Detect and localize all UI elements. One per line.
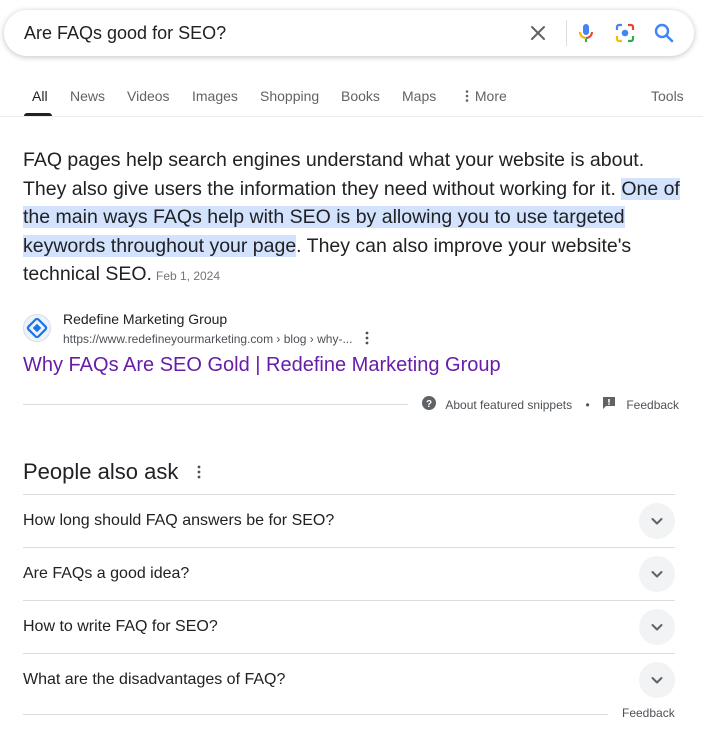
search-input[interactable] <box>24 20 504 46</box>
snippet-text-before: FAQ pages help search engines understand… <box>23 149 645 200</box>
search-divider <box>566 20 567 46</box>
microphone-icon[interactable] <box>574 21 598 45</box>
camera-lens-icon[interactable] <box>613 21 637 45</box>
feedback-icon[interactable] <box>602 396 616 413</box>
paa-feedback-link[interactable]: Feedback <box>622 706 675 720</box>
tab-images[interactable]: Images <box>192 88 238 104</box>
search-icon[interactable] <box>652 21 676 45</box>
paa-question[interactable]: How to write FAQ for SEO? <box>23 600 675 653</box>
feedback-link[interactable]: Feedback <box>626 398 679 412</box>
more-vert-icon <box>465 90 469 102</box>
chevron-down-icon[interactable] <box>639 662 675 698</box>
site-name[interactable]: Redefine Marketing Group <box>63 311 227 327</box>
snippet-source: Redefine Marketing Group https://www.red… <box>23 310 423 350</box>
result-title-link[interactable]: Why FAQs Are SEO Gold | Redefine Marketi… <box>23 354 501 377</box>
snippet-date: Feb 1, 2024 <box>155 269 221 283</box>
paa-question[interactable]: How long should FAQ answers be for SEO? <box>23 494 675 547</box>
snippet-footer: ? About featured snippets • Feedback <box>422 396 679 414</box>
close-icon[interactable] <box>526 21 550 45</box>
paa-question-text: How long should FAQ answers be for SEO? <box>23 512 335 529</box>
tab-all[interactable]: All <box>32 88 48 104</box>
site-url[interactable]: https://www.redefineyourmarketing.com › … <box>63 332 352 346</box>
chevron-down-icon[interactable] <box>639 556 675 592</box>
search-tabs: All News Videos Images Shopping Books Ma… <box>0 80 703 116</box>
search-bar <box>4 10 694 56</box>
paa-heading: People also ask <box>23 459 179 484</box>
paa-list: How long should FAQ answers be for SEO? … <box>23 494 675 706</box>
paa-options-icon[interactable] <box>193 463 205 481</box>
help-icon[interactable]: ? <box>422 396 436 413</box>
tabs-divider <box>0 116 703 117</box>
tab-shopping[interactable]: Shopping <box>260 88 319 104</box>
tools-button[interactable]: Tools <box>651 88 684 104</box>
tab-news[interactable]: News <box>70 88 105 104</box>
snippet-divider <box>23 404 408 405</box>
tab-more[interactable]: More <box>463 88 507 104</box>
paa-question-text: What are the disadvantages of FAQ? <box>23 671 286 688</box>
paa-question[interactable]: Are FAQs a good idea? <box>23 547 675 600</box>
paa-divider <box>23 714 608 715</box>
paa-question-text: How to write FAQ for SEO? <box>23 618 218 635</box>
tab-maps[interactable]: Maps <box>402 88 436 104</box>
about-featured-snippets-link[interactable]: About featured snippets <box>445 398 572 412</box>
featured-snippet: FAQ pages help search engines understand… <box>23 146 683 291</box>
result-options-icon[interactable] <box>361 330 373 346</box>
site-favicon-icon[interactable] <box>23 314 51 342</box>
paa-question[interactable]: What are the disadvantages of FAQ? <box>23 653 675 706</box>
footer-dot: • <box>585 397 590 412</box>
svg-text:?: ? <box>426 399 432 410</box>
chevron-down-icon[interactable] <box>639 503 675 539</box>
tab-books[interactable]: Books <box>341 88 380 104</box>
chevron-down-icon[interactable] <box>639 609 675 645</box>
tab-more-label: More <box>474 88 507 104</box>
tab-videos[interactable]: Videos <box>127 88 170 104</box>
paa-question-text: Are FAQs a good idea? <box>23 565 190 582</box>
